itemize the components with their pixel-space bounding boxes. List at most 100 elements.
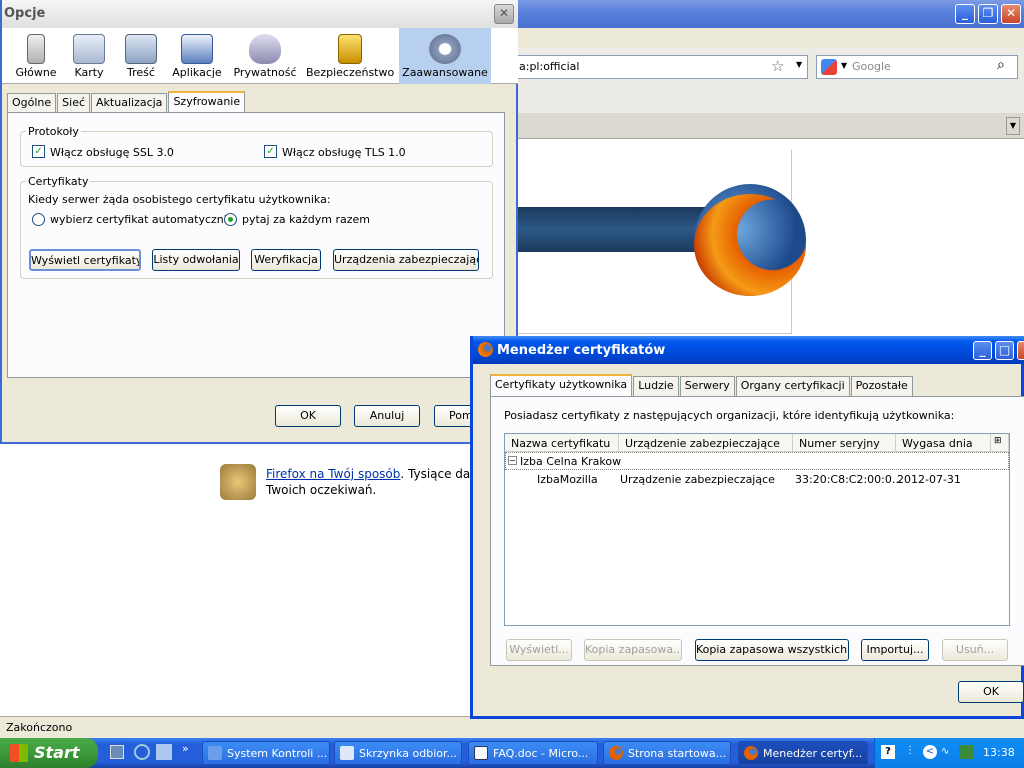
- tray-app-icon[interactable]: [959, 745, 973, 759]
- certificate-tree[interactable]: Nazwa certyfikatu Urządzenie zabezpiecza…: [504, 433, 1010, 626]
- tab-people[interactable]: Ludzie: [633, 376, 679, 396]
- pane-privacy[interactable]: Prywatność: [232, 28, 298, 84]
- pane-advanced[interactable]: Zaawansowane: [399, 28, 491, 84]
- protocols-label: Protokoły: [26, 125, 81, 138]
- url-bar[interactable]: a:pl:official ☆ ▼: [512, 55, 808, 79]
- tab-user-certificates[interactable]: Certyfikaty użytkownika: [490, 374, 633, 396]
- task-inbox[interactable]: Skrzynka odbior...: [334, 741, 462, 765]
- promo-text: . Tysiące da: [400, 467, 471, 481]
- clock: 13:38: [983, 746, 1015, 759]
- ie-icon[interactable]: [134, 744, 150, 760]
- menu-bar: [516, 28, 1024, 48]
- options-tabs: Ogólne Sieć Aktualizacja Szyfrowanie: [7, 91, 246, 113]
- task-system-kontroli[interactable]: System Kontroli ...: [202, 741, 330, 765]
- tree-row-cert[interactable]: IzbaMozilla Urządzenie zabezpieczające 3…: [505, 471, 1009, 489]
- ok-button[interactable]: OK: [275, 405, 341, 427]
- encryption-panel: Protokoły ✓ Włącz obsługę SSL 3.0 ✓ Włąc…: [7, 112, 505, 378]
- tab-update[interactable]: Aktualizacja: [91, 93, 168, 113]
- tab-strip: ▼: [516, 113, 1024, 139]
- bookmark-star-icon[interactable]: ☆: [771, 57, 784, 75]
- radio-auto-label: wybierz certyfikat automatycznie: [50, 213, 234, 226]
- search-bar[interactable]: ▼ Google ⌕: [816, 55, 1018, 79]
- applications-icon: [181, 34, 213, 64]
- tab-general[interactable]: Ogólne: [7, 93, 57, 113]
- start-button[interactable]: Start: [0, 738, 98, 768]
- taskbar: Start » System Kontroli ... Skrzynka odb…: [0, 738, 1024, 768]
- pane-security[interactable]: Bezpieczeństwo: [306, 28, 394, 84]
- security-devices-button[interactable]: Urządzenia zabezpieczające: [333, 249, 479, 271]
- view-certificates-button[interactable]: Wyświetl certyfikaty: [29, 249, 141, 271]
- quicklaunch-more-icon[interactable]: »: [182, 742, 189, 755]
- back-arrow-icon[interactable]: <: [923, 745, 937, 759]
- ssl-label: Włącz obsługę SSL 3.0: [50, 146, 174, 159]
- task-label: Menedżer certyf...: [763, 747, 863, 760]
- restore-button[interactable]: ❐: [978, 4, 998, 24]
- column-expires[interactable]: Wygasa dnia: [896, 434, 991, 452]
- pane-main[interactable]: Główne: [10, 28, 62, 84]
- tools-icon: [220, 464, 256, 500]
- search-icon[interactable]: ⌕: [997, 57, 1005, 73]
- delete-button[interactable]: Usuń...: [942, 639, 1008, 661]
- column-serial[interactable]: Numer seryjny: [793, 434, 896, 452]
- maximize-button[interactable]: □: [995, 341, 1014, 360]
- column-device[interactable]: Urządzenie zabezpieczające: [619, 434, 793, 452]
- import-button[interactable]: Importuj...: [861, 639, 929, 661]
- backup-button[interactable]: Kopia zapasowa...: [584, 639, 682, 661]
- pane-content[interactable]: Treść: [118, 28, 164, 84]
- certificates-prompt: Kiedy serwer żąda osobistego certyfikatu…: [28, 193, 331, 206]
- radio-ask[interactable]: [224, 213, 237, 226]
- chevron-down-icon[interactable]: ▼: [841, 61, 847, 70]
- browser-close-button[interactable]: ✕: [1001, 4, 1021, 24]
- radio-auto[interactable]: [32, 213, 45, 226]
- google-icon[interactable]: [821, 59, 837, 75]
- promo-link[interactable]: Firefox na Twój sposób: [266, 467, 400, 481]
- tab-authorities[interactable]: Organy certyfikacji: [735, 376, 850, 396]
- network-icon[interactable]: ∿: [941, 746, 955, 758]
- pane-tabs[interactable]: Karty: [66, 28, 112, 84]
- minimize-button[interactable]: _: [973, 341, 992, 360]
- help-icon[interactable]: ?: [881, 745, 895, 759]
- show-desktop-icon[interactable]: [110, 745, 124, 759]
- tab-others[interactable]: Pozostałe: [850, 376, 913, 396]
- cert-ok-button[interactable]: OK: [958, 681, 1024, 703]
- task-cert-manager[interactable]: Menedżer certyf...: [738, 741, 868, 765]
- outlook-icon[interactable]: [156, 744, 172, 760]
- pane-applications[interactable]: Aplikacje: [170, 28, 224, 84]
- cert-description: Posiadasz certyfikaty z następujących or…: [504, 409, 955, 422]
- collapse-icon[interactable]: −: [508, 456, 517, 465]
- pane-label: Treść: [127, 66, 155, 79]
- tab-network[interactable]: Sieć: [57, 93, 91, 113]
- task-label: System Kontroli ...: [227, 747, 328, 760]
- certificate-manager-dialog: Menedżer certyfikatów _ □ Certyfikaty uż…: [470, 336, 1024, 719]
- search-input[interactable]: Google: [852, 60, 891, 73]
- pane-label: Prywatność: [233, 66, 297, 79]
- tab-encryption[interactable]: Szyfrowanie: [168, 91, 246, 113]
- ssl-checkbox[interactable]: ✓: [32, 145, 45, 158]
- minimize-button[interactable]: _: [955, 4, 975, 24]
- volume-icon[interactable]: ⋮: [905, 745, 915, 759]
- task-faq-doc[interactable]: FAQ.doc - Micro...: [468, 741, 598, 765]
- content-icon: [125, 34, 157, 64]
- backup-all-button[interactable]: Kopia zapasowa wszystkich...: [695, 639, 849, 661]
- tls-checkbox[interactable]: ✓: [264, 145, 277, 158]
- tab-list-button[interactable]: ▼: [1006, 117, 1020, 135]
- radio-ask-label: pytaj za każdym razem: [242, 213, 371, 226]
- options-close-button[interactable]: ✕: [494, 4, 514, 24]
- user-certificates-panel: Posiadasz certyfikaty z następujących or…: [490, 396, 1024, 666]
- promo-text-2: Twoich oczekiwań.: [266, 483, 377, 497]
- chevron-down-icon[interactable]: ▼: [796, 60, 802, 69]
- column-name[interactable]: Nazwa certyfikatu: [505, 434, 619, 452]
- status-bar: Zakończono: [0, 716, 1024, 738]
- cert-close-button[interactable]: [1017, 341, 1024, 360]
- view-button[interactable]: Wyświetl...: [506, 639, 572, 661]
- column-picker-icon[interactable]: ⊞: [991, 434, 1009, 452]
- firefox-icon: [478, 342, 493, 357]
- tab-servers[interactable]: Serwery: [679, 376, 735, 396]
- task-start-page[interactable]: Strona startowa...: [603, 741, 731, 765]
- cert-expires: 2012-07-31: [897, 473, 961, 486]
- cancel-button[interactable]: Anuluj: [354, 405, 420, 427]
- cert-serial: 33:20:C8:C2:00:0...: [795, 473, 903, 486]
- tree-row-org[interactable]: − Izba Celna Krakow: [505, 452, 1009, 470]
- revocation-lists-button[interactable]: Listy odwołania: [152, 249, 240, 271]
- validation-button[interactable]: Weryfikacja: [251, 249, 321, 271]
